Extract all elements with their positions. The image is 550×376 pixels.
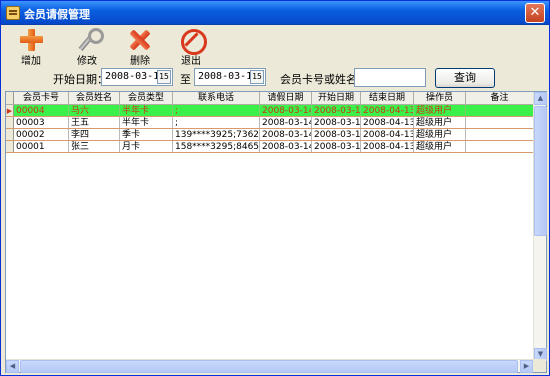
row-header-corner xyxy=(6,92,14,104)
cell-phone[interactable]: 139****3925;7362*** xyxy=(173,129,260,140)
column-header[interactable]: 开始日期 xyxy=(312,92,361,104)
column-header[interactable]: 备注 xyxy=(466,92,534,104)
cell-card-no[interactable]: 00004 xyxy=(14,105,69,116)
delete-x-icon xyxy=(127,28,153,52)
add-label: 增加 xyxy=(21,56,41,67)
table-row[interactable]: 00001 张三 月卡 158****3295;8465*** 2008-03-… xyxy=(6,141,534,153)
cell-type[interactable]: 半年卡 xyxy=(120,105,173,116)
calendar-icon[interactable]: 15 xyxy=(157,70,171,84)
end-date-picker[interactable]: 2008-03-14 15 xyxy=(194,68,266,86)
cell-phone[interactable]: 158****3295;8465*** xyxy=(173,141,260,152)
table-row[interactable]: 00002 李四 季卡 139****3925;7362*** 2008-03-… xyxy=(6,129,534,141)
cell-name[interactable]: 李四 xyxy=(69,129,120,140)
row-indicator xyxy=(6,129,14,140)
exit-button[interactable]: 退出 xyxy=(171,28,211,67)
app-icon xyxy=(6,6,20,20)
cell-note[interactable] xyxy=(466,117,534,128)
column-header[interactable]: 联系电话 xyxy=(173,92,260,104)
cell-leave-date[interactable]: 2008-03-14 xyxy=(260,129,312,140)
calendar-icon[interactable]: 15 xyxy=(250,70,264,84)
row-indicator xyxy=(6,141,14,152)
table-row[interactable]: 00003 王五 半年卡 ; 2008-03-14 2008-03-14 200… xyxy=(6,117,534,129)
column-header[interactable]: 会员姓名 xyxy=(69,92,120,104)
cell-note[interactable] xyxy=(466,141,534,152)
add-button[interactable]: 增加 xyxy=(11,28,51,67)
cell-name[interactable]: 马六 xyxy=(69,105,120,116)
wrench-icon xyxy=(74,28,104,52)
cell-leave-date[interactable]: 2008-03-14 xyxy=(260,141,312,152)
cell-type[interactable]: 月卡 xyxy=(120,141,173,152)
delete-button[interactable]: 删除 xyxy=(120,28,160,67)
cell-card-no[interactable]: 00003 xyxy=(14,117,69,128)
cell-end-date[interactable]: 2008-04-13 xyxy=(361,105,414,116)
scrollbar-corner xyxy=(533,359,546,372)
plus-icon xyxy=(18,28,44,52)
column-header[interactable]: 会员类型 xyxy=(120,92,173,104)
scroll-right-icon[interactable]: ▶ xyxy=(520,360,533,373)
start-date-label: 开始日期： xyxy=(53,73,108,86)
delete-label: 删除 xyxy=(130,56,150,67)
cell-start-date[interactable]: 2008-03-14 xyxy=(312,141,361,152)
cell-leave-date[interactable]: 2008-03-14 xyxy=(260,117,312,128)
column-header[interactable]: 结束日期 xyxy=(361,92,414,104)
no-entry-icon xyxy=(178,28,207,55)
title-bar: 会员请假管理 ✕ xyxy=(1,1,549,25)
table-row[interactable]: ▶ 00004 马六 半年卡 ; 2008-03-14 2008-03-14 2… xyxy=(6,105,534,117)
cell-phone[interactable]: ; xyxy=(173,105,260,116)
toolbar: 增加 修改 删除 退出 xyxy=(5,28,545,67)
scroll-left-icon[interactable]: ◀ xyxy=(6,360,19,373)
cell-operator[interactable]: 超级用户 xyxy=(414,141,466,152)
cell-end-date[interactable]: 2008-04-13 xyxy=(361,141,414,152)
edit-label: 修改 xyxy=(77,56,97,67)
window-title: 会员请假管理 xyxy=(24,8,90,21)
cell-note[interactable] xyxy=(466,105,534,116)
cell-start-date[interactable]: 2008-03-14 xyxy=(312,129,361,140)
cell-start-date[interactable]: 2008-03-14 xyxy=(312,105,361,116)
window: 会员请假管理 ✕ 增加 修改 删除 退出 开始日期： 2008-03-14 15… xyxy=(0,0,550,376)
to-label: 至 xyxy=(180,73,191,86)
cell-end-date[interactable]: 2008-04-13 xyxy=(361,117,414,128)
cell-end-date[interactable]: 2008-04-13 xyxy=(361,129,414,140)
edit-button[interactable]: 修改 xyxy=(67,28,107,67)
cell-operator[interactable]: 超级用户 xyxy=(414,129,466,140)
current-row-indicator: ▶ xyxy=(6,105,14,116)
cell-card-no[interactable]: 00002 xyxy=(14,129,69,140)
horizontal-scrollbar[interactable]: ◀ ▶ xyxy=(6,359,533,373)
cell-operator[interactable]: 超级用户 xyxy=(414,105,466,116)
close-button[interactable]: ✕ xyxy=(525,3,545,23)
cell-name[interactable]: 王五 xyxy=(69,117,120,128)
grid-body: 会员卡号 会员姓名 会员类型 联系电话 请假日期 开始日期 结束日期 操作员 备… xyxy=(6,92,534,153)
table-header: 会员卡号 会员姓名 会员类型 联系电话 请假日期 开始日期 结束日期 操作员 备… xyxy=(6,92,534,105)
cell-name[interactable]: 张三 xyxy=(69,141,120,152)
query-button[interactable]: 查询 xyxy=(435,68,495,88)
column-header[interactable]: 操作员 xyxy=(414,92,466,104)
horizontal-scroll-thumb[interactable] xyxy=(20,360,518,373)
cell-type[interactable]: 季卡 xyxy=(120,129,173,140)
search-input[interactable] xyxy=(354,68,426,87)
cell-operator[interactable]: 超级用户 xyxy=(414,117,466,128)
start-date-picker[interactable]: 2008-03-14 15 xyxy=(101,68,173,86)
cell-phone[interactable]: ; xyxy=(173,117,260,128)
cell-card-no[interactable]: 00001 xyxy=(14,141,69,152)
cell-start-date[interactable]: 2008-03-14 xyxy=(312,117,361,128)
filter-bar: 开始日期： 2008-03-14 15 至 2008-03-14 15 会员卡号… xyxy=(1,67,549,89)
cell-leave-date[interactable]: 2008-03-14 xyxy=(260,105,312,116)
cell-type[interactable]: 半年卡 xyxy=(120,117,173,128)
scroll-up-icon[interactable]: ▲ xyxy=(534,92,547,105)
row-indicator xyxy=(6,117,14,128)
vertical-scroll-thumb[interactable] xyxy=(534,106,547,236)
cell-note[interactable] xyxy=(466,129,534,140)
vertical-scrollbar[interactable]: ▲ ▼ xyxy=(533,92,547,361)
leave-records-table[interactable]: 会员卡号 会员姓名 会员类型 联系电话 请假日期 开始日期 结束日期 操作员 备… xyxy=(5,91,547,373)
column-header[interactable]: 请假日期 xyxy=(260,92,312,104)
column-header[interactable]: 会员卡号 xyxy=(14,92,69,104)
